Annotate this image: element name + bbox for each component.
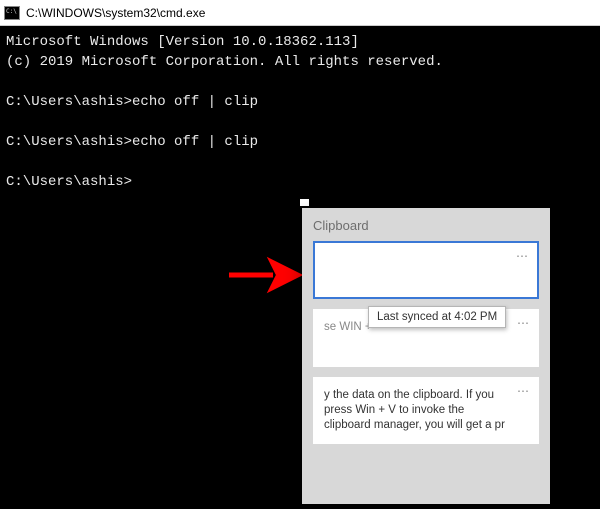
console-line: C:\Users\ashis>echo off | clip: [6, 94, 258, 110]
console-line: (c) 2019 Microsoft Corporation. All righ…: [6, 54, 443, 70]
console-line: C:\Users\ashis>echo off | clip: [6, 134, 258, 150]
console-prompt: C:\Users\ashis>: [6, 174, 132, 190]
clipboard-entry[interactable]: ⋯ se WIN + Last synced at 4:02 PM: [313, 309, 539, 367]
sync-tooltip: Last synced at 4:02 PM: [368, 306, 506, 328]
clipboard-entry[interactable]: ⋯: [313, 241, 539, 299]
window-titlebar[interactable]: C:\WINDOWS\system32\cmd.exe: [0, 0, 600, 26]
text-cursor: [300, 199, 309, 206]
window-title: C:\WINDOWS\system32\cmd.exe: [26, 6, 205, 20]
entry-more-button[interactable]: ⋯: [516, 249, 529, 263]
cmd-icon: [4, 6, 20, 20]
console-line: Microsoft Windows [Version 10.0.18362.11…: [6, 34, 359, 50]
entry-content: y the data on the clipboard. If you pres…: [324, 388, 510, 433]
clipboard-title: Clipboard: [313, 218, 539, 233]
entry-more-button[interactable]: ⋯: [517, 316, 530, 330]
clipboard-entry[interactable]: ⋯ y the data on the clipboard. If you pr…: [313, 377, 539, 444]
entry-more-button[interactable]: ⋯: [517, 384, 530, 398]
clipboard-panel[interactable]: Clipboard ⋯ ⋯ se WIN + Last synced at 4:…: [302, 208, 550, 504]
